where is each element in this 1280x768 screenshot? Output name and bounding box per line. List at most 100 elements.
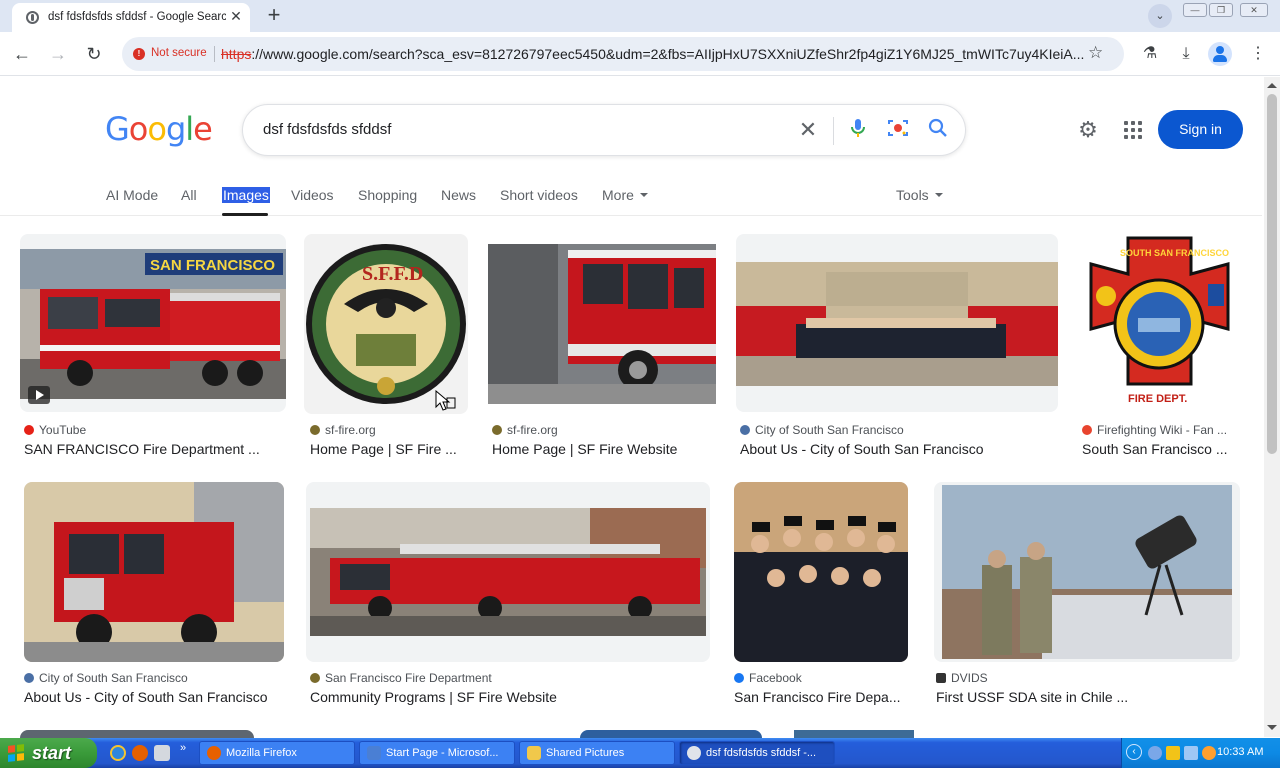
source-label: City of South San Francisco <box>39 671 188 685</box>
windows-taskbar: start » Mozilla Firefox Start Page - Mic… <box>0 738 1280 768</box>
browser-tab-active[interactable]: dsf fdsfdsfds sfddsf - Google Search ✕ <box>12 3 250 32</box>
result-source[interactable]: City of South San Francisco <box>740 423 904 437</box>
taskbar-clock: 10:33 AM <box>1217 746 1264 758</box>
browser-menu-icon[interactable]: ⋮ <box>1244 40 1272 68</box>
google-logo[interactable]: Google <box>105 110 213 148</box>
reload-button[interactable]: ↻ <box>80 40 108 68</box>
labs-icon[interactable]: ⚗ <box>1136 40 1164 68</box>
search-box[interactable]: dsf fdsfdsfds sfddsf ✕ <box>242 104 966 156</box>
result-thumbnail[interactable] <box>580 730 762 738</box>
minimize-button[interactable]: — <box>1183 3 1207 17</box>
result-title[interactable]: South San Francisco ... <box>1082 441 1242 457</box>
taskbar-item-firefox[interactable]: Mozilla Firefox <box>199 741 355 765</box>
result-source[interactable]: YouTube <box>24 423 86 437</box>
taskbar-item-chrome[interactable]: dsf fdsfdsfds sfddsf -... <box>679 741 835 765</box>
quick-launch-expand-icon[interactable]: » <box>180 742 186 754</box>
start-button[interactable]: start <box>0 738 97 768</box>
site-favicon-icon <box>310 425 320 435</box>
result-title[interactable]: Home Page | SF Fire Website <box>492 441 718 457</box>
result-source[interactable]: sf-fire.org <box>492 423 558 437</box>
dvids-icon <box>936 673 946 683</box>
tab-more[interactable]: More <box>602 187 648 203</box>
tab-shopping[interactable]: Shopping <box>358 187 417 203</box>
google-apps-icon[interactable] <box>1124 121 1142 139</box>
result-title[interactable]: First USSF SDA site in Chile ... <box>936 689 1240 705</box>
firefox-icon[interactable] <box>132 745 148 761</box>
tray-expand-icon[interactable]: ‹ <box>1126 744 1142 760</box>
sign-in-button[interactable]: Sign in <box>1158 110 1243 149</box>
svg-text:SAN FRANCISCO: SAN FRANCISCO <box>150 257 275 274</box>
result-thumbnail[interactable]: SOUTH SAN FRANCISCO FIRE DEPT. <box>1078 234 1241 414</box>
scroll-up-icon[interactable] <box>1267 83 1277 88</box>
ladder-truck-image <box>310 508 706 636</box>
network-icon[interactable] <box>1148 746 1162 760</box>
microphone-icon[interactable] <box>845 118 871 144</box>
tools-button[interactable]: Tools <box>896 187 943 203</box>
result-thumbnail[interactable] <box>736 234 1058 412</box>
result-thumbnail[interactable] <box>306 482 710 662</box>
result-thumbnail[interactable] <box>20 730 254 738</box>
result-source[interactable]: San Francisco Fire Department <box>310 671 492 685</box>
result-title[interactable]: Home Page | SF Fire ... <box>310 441 470 457</box>
result-thumbnail[interactable] <box>24 482 284 662</box>
fandom-flame-icon <box>1082 425 1092 435</box>
settings-gear-icon[interactable]: ⚙ <box>1075 117 1101 143</box>
result-thumbnail[interactable] <box>488 234 716 412</box>
result-source[interactable]: sf-fire.org <box>310 423 376 437</box>
scrollbar-thumb[interactable] <box>1267 94 1277 454</box>
globe-icon <box>687 746 701 760</box>
tab-news[interactable]: News <box>441 187 476 203</box>
security-chip[interactable]: Not secure <box>151 47 207 59</box>
svg-text:S.F.F.D: S.F.F.D <box>362 263 423 285</box>
result-source[interactable]: DVIDS <box>936 671 988 685</box>
result-thumbnail[interactable] <box>734 482 908 662</box>
result-title[interactable]: Community Programs | SF Fire Website <box>310 689 710 705</box>
tab-search-icon[interactable]: ⌄ <box>1148 4 1172 28</box>
result-thumbnail[interactable] <box>794 730 914 738</box>
search-icon[interactable] <box>925 118 951 144</box>
tab-videos[interactable]: Videos <box>291 187 334 203</box>
task-label: Shared Pictures <box>546 747 625 759</box>
vertical-scrollbar[interactable] <box>1264 77 1280 737</box>
back-button[interactable]: ← <box>8 40 36 68</box>
new-tab-button[interactable]: + <box>262 4 286 28</box>
result-thumbnail[interactable]: SAN FRANCISCO <box>20 234 286 412</box>
tab-all[interactable]: All <box>181 187 197 203</box>
tab-ai-mode[interactable]: AI Mode <box>106 187 158 203</box>
download-icon[interactable]: ⤓ <box>1172 40 1200 68</box>
show-desktop-icon[interactable] <box>154 745 170 761</box>
result-thumbnail[interactable] <box>934 482 1240 662</box>
tab-close-icon[interactable]: ✕ <box>228 8 244 24</box>
search-query[interactable]: dsf fdsfdsfds sfddsf <box>263 121 391 138</box>
profile-avatar-icon[interactable] <box>1208 42 1232 66</box>
result-source[interactable]: Facebook <box>734 671 802 685</box>
result-title[interactable]: About Us - City of South San Francisco <box>24 689 286 705</box>
internet-explorer-icon[interactable] <box>110 745 126 761</box>
taskbar-item-shared-pictures[interactable]: Shared Pictures <box>519 741 675 765</box>
scroll-down-icon[interactable] <box>1267 725 1277 730</box>
result-title[interactable]: SAN FRANCISCO Fire Department ... <box>24 441 286 457</box>
search-tray-icon[interactable] <box>1202 746 1216 760</box>
browser-toolbar: ← → ↻ ! Not secure https://www.google.co… <box>0 32 1280 76</box>
source-label: DVIDS <box>951 671 988 685</box>
tab-short-videos[interactable]: Short videos <box>500 187 578 203</box>
result-title[interactable]: San Francisco Fire Depa... <box>734 689 910 705</box>
tab-images[interactable]: Images <box>222 187 270 203</box>
result-source[interactable]: City of South San Francisco <box>24 671 188 685</box>
result-source[interactable]: Firefighting Wiki - Fan ... <box>1082 423 1242 437</box>
result-title[interactable]: About Us - City of South San Francisco <box>740 441 1058 457</box>
url-text[interactable]: https://www.google.com/search?sca_esv=81… <box>221 46 1086 62</box>
camera-lens-icon[interactable] <box>885 118 911 144</box>
close-window-button[interactable]: ✕ <box>1240 3 1268 17</box>
result-thumbnail[interactable]: S.F.F.D <box>304 234 468 414</box>
clear-icon[interactable]: ✕ <box>795 117 821 143</box>
active-tab-indicator <box>222 213 268 216</box>
bookmark-star-icon[interactable]: ☆ <box>1088 43 1103 63</box>
restore-button[interactable]: ❐ <box>1209 3 1233 17</box>
forward-button[interactable]: → <box>44 40 72 68</box>
address-bar[interactable]: ! Not secure https://www.google.com/sear… <box>122 37 1124 71</box>
url-rest: ://www.google.com/search?sca_esv=8127267… <box>251 46 1085 62</box>
taskbar-item-start-page[interactable]: Start Page - Microsof... <box>359 741 515 765</box>
speaker-icon[interactable] <box>1184 746 1198 760</box>
security-shield-icon[interactable] <box>1166 746 1180 760</box>
